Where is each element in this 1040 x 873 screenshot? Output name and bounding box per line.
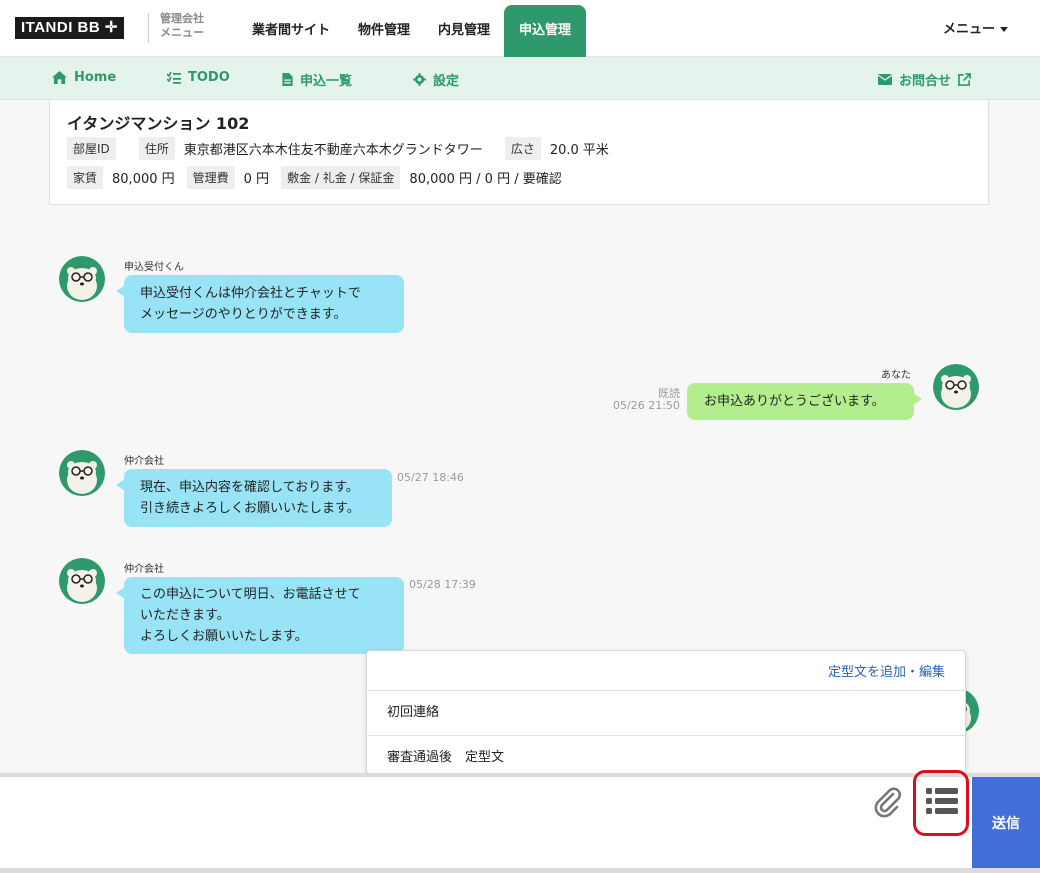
template-item[interactable]: 審査通過後 定型文 [367, 735, 965, 775]
deposit-value: 80,000 円 / 0 円 / 要確認 [409, 172, 562, 187]
subnav-contact[interactable]: お問合せ [878, 70, 971, 89]
itandi-logo[interactable]: ITANDI BB ✛ [15, 17, 124, 39]
property-row-2: 家賃 80,000 円 管理費 0 円 敷金 / 礼金 / 保証金 80,000… [67, 166, 574, 189]
paperclip-icon[interactable] [871, 786, 903, 818]
sender-name: あなた [881, 370, 911, 381]
nav-bukken[interactable]: 物件管理 [344, 0, 424, 57]
area-value: 20.0 平米 [549, 143, 609, 158]
message-input[interactable] [0, 777, 860, 868]
menu-dropdown[interactable]: メニュー [943, 18, 1008, 37]
address-tag: 住所 [138, 137, 175, 160]
property-row-1: 部屋ID 住所 東京都港区六本木住友不動産六本木グランドタワー 広さ 20.0 … [67, 137, 621, 160]
room-id-tag: 部屋ID [67, 137, 116, 160]
plus-icon: ✛ [104, 19, 118, 36]
nav-moushikomi[interactable]: 申込管理 [504, 5, 587, 57]
message-composer: 送信 [0, 777, 1040, 868]
subnav-todo[interactable]: TODO [167, 70, 230, 85]
envelope-icon [878, 74, 892, 85]
document-icon [282, 73, 293, 86]
gear-icon [413, 73, 426, 86]
top-nav: 業者間サイト 物件管理 内見管理 申込管理 [238, 0, 587, 57]
property-title: イタンジマンション 102 [67, 114, 250, 133]
chat-bubble: この申込について明日、お電話させて いただきます。 よろしくお願いいたします。 [116, 577, 404, 654]
deposit-tag: 敷金 / 礼金 / 保証金 [281, 166, 401, 189]
nav-naiken[interactable]: 内見管理 [424, 0, 504, 57]
mgmt-value: 0 円 [243, 172, 270, 187]
logo-subtitle: 管理会社 メニュー [160, 12, 204, 39]
bear-avatar-icon [59, 450, 105, 496]
sender-name: 申込受付くん [124, 262, 184, 273]
external-link-icon [958, 73, 971, 86]
template-popup: 定型文を追加・編集 初回連絡 審査通過後 定型文 [366, 650, 966, 774]
bear-avatar-icon [59, 558, 105, 604]
message-time: 05/27 18:46 [397, 471, 464, 484]
bear-avatar-icon [933, 364, 979, 410]
subnav-home[interactable]: Home [52, 70, 116, 85]
chat-bubble-mine: お申込ありがとうございます。 [687, 383, 922, 420]
message-time: 05/28 17:39 [409, 578, 476, 591]
bot-avatar [59, 256, 105, 302]
highlight-annotation [913, 770, 969, 836]
property-card: イタンジマンション 102 部屋ID 住所 東京都港区六本木住友不動産六本木グラ… [49, 100, 989, 205]
home-icon [52, 71, 67, 84]
top-header: ITANDI BB ✛ 管理会社 メニュー 業者間サイト 物件管理 内見管理 申… [0, 0, 1040, 57]
subnav-settings[interactable]: 設定 [413, 70, 459, 89]
sub-nav: Home TODO 申込一覧 設定 お問合せ [0, 57, 1040, 100]
edit-templates-link[interactable]: 定型文を追加・編集 [828, 661, 945, 680]
chat-bubble: 申込受付くんは仲介会社とチャットで メッセージのやりとりができます。 [116, 275, 404, 333]
checklist-icon [167, 71, 181, 84]
message-time: 05/26 21:50 [613, 399, 680, 412]
sender-name: 仲介会社 [124, 564, 164, 575]
user-avatar [933, 364, 979, 410]
chat-bubble: 現在、申込内容を確認しております。 引き続きよろしくお願いいたします。 [116, 469, 392, 527]
template-item[interactable]: 初回連絡 [367, 690, 965, 735]
address-value: 東京都港区六本木住友不動産六本木グランドタワー [183, 143, 483, 158]
sender-name: 仲介会社 [124, 456, 164, 467]
subnav-list[interactable]: 申込一覧 [282, 70, 352, 89]
logo-divider [148, 13, 149, 43]
bottom-strip [0, 868, 1040, 873]
area-tag: 広さ [504, 137, 541, 160]
agent-avatar [59, 558, 105, 604]
mgmt-tag: 管理費 [186, 166, 235, 189]
rent-tag: 家賃 [67, 166, 104, 189]
send-button[interactable]: 送信 [972, 777, 1040, 868]
agent-avatar [59, 450, 105, 496]
nav-gyoshakan[interactable]: 業者間サイト [238, 0, 344, 57]
rent-value: 80,000 円 [112, 172, 175, 187]
caret-down-icon [1000, 27, 1008, 32]
bear-avatar-icon [59, 256, 105, 302]
